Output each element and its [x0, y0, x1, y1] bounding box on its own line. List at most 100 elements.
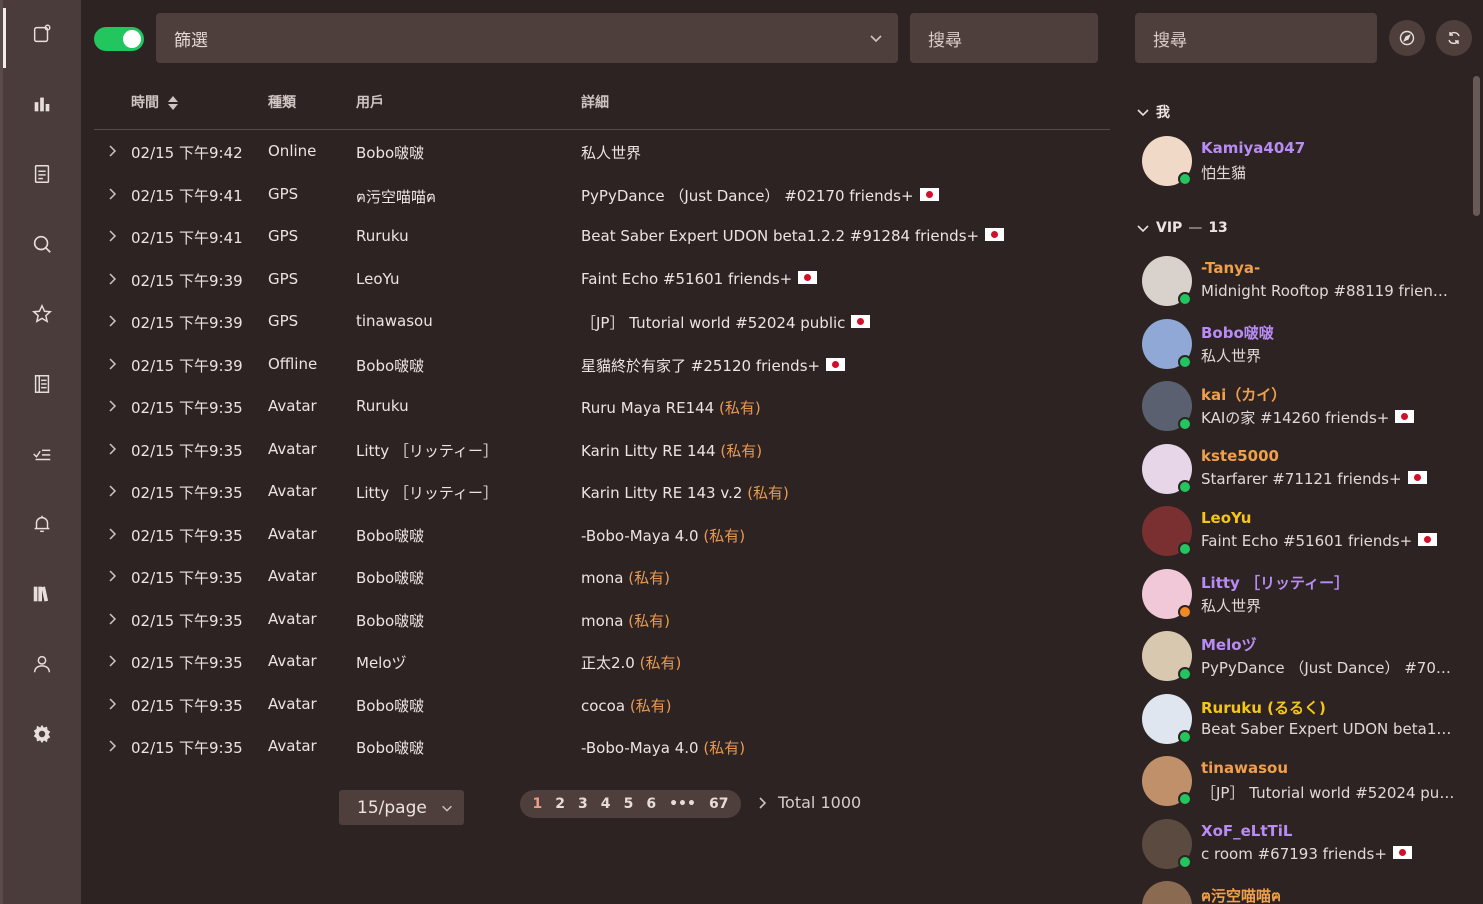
chevron-right-icon[interactable] — [108, 187, 118, 201]
chevron-right-icon[interactable] — [108, 144, 118, 158]
cell-user[interactable]: Bobo啵啵 — [356, 525, 424, 546]
chevron-right-icon[interactable] — [108, 612, 118, 626]
chevron-right-icon[interactable] — [108, 229, 118, 243]
page-number[interactable]: 6 — [643, 796, 659, 812]
cell-user[interactable]: Bobo啵啵 — [356, 610, 424, 631]
page-number[interactable]: 5 — [621, 796, 637, 812]
table-row[interactable]: 02/15 下午9:35 Avatar Bobo啵啵 cocoa (私有) — [94, 683, 1110, 725]
cell-user[interactable]: Bobo啵啵 — [356, 737, 424, 758]
chevron-right-icon[interactable] — [108, 442, 118, 456]
page-number[interactable]: 3 — [575, 796, 591, 812]
cell-detail[interactable]: mona (私有) — [581, 610, 670, 631]
chevron-right-icon[interactable] — [108, 697, 118, 711]
scrollbar[interactable] — [1473, 76, 1480, 216]
cell-detail[interactable]: -Bobo-Maya 4.0 (私有) — [581, 737, 745, 758]
cell-detail[interactable]: 星貓終於有家了 #25120 friends+ — [581, 355, 846, 376]
friend-card[interactable]: tinawasou ［JP］ Tutorial world #52024 publ… — [1142, 756, 1468, 812]
page-number[interactable]: 4 — [598, 796, 614, 812]
friend-card[interactable]: Bobo啵啵 私人世界 — [1142, 318, 1468, 375]
cell-detail[interactable]: Beat Saber Expert UDON beta1.2.2 #91284 … — [581, 227, 1005, 245]
cell-user[interactable]: Bobo啵啵 — [356, 142, 424, 163]
compass-button[interactable] — [1389, 20, 1425, 56]
page-ellipsis[interactable]: ••• — [666, 796, 699, 812]
cell-user[interactable]: Ruruku — [356, 397, 409, 415]
cell-detail[interactable]: 私人世界 — [581, 142, 641, 163]
cell-user[interactable]: Litty ［リッティー］ — [356, 440, 498, 461]
friend-card[interactable]: Meloヅ PyPyDance （Just Dance） #70538 frien… — [1142, 631, 1468, 687]
page-size-select[interactable]: 15/page — [339, 790, 464, 825]
friend-card[interactable]: kai（カイ） KAIの家 #14260 friends+ — [1142, 381, 1468, 437]
cell-user[interactable]: tinawasou — [356, 312, 433, 330]
table-row[interactable]: 02/15 下午9:35 Avatar Bobo啵啵 mona (私有) — [94, 555, 1110, 597]
friend-card[interactable]: Litty ［リッティー］ 私人世界 — [1142, 568, 1468, 625]
friend-card[interactable]: LeoYu Faint Echo #51601 friends+ — [1142, 506, 1468, 562]
table-row[interactable]: 02/15 下午9:41 GPS Ruruku Beat Saber Expert U… — [94, 215, 1110, 257]
friend-card[interactable]: kste5000 Starfarer #71121 friends+ — [1142, 443, 1468, 500]
table-row[interactable]: 02/15 下午9:35 Avatar Litty ［リッティー］ Karin Lit… — [94, 428, 1110, 470]
cell-user[interactable]: Ruruku — [356, 227, 409, 245]
chevron-right-icon[interactable] — [757, 796, 769, 810]
nav-feed[interactable] — [3, 144, 81, 204]
table-row[interactable]: 02/15 下午9:42 Online Bobo啵啵 私人世界 — [94, 130, 1110, 172]
page-number[interactable]: 67 — [706, 796, 731, 812]
chevron-right-icon[interactable] — [108, 739, 118, 753]
table-row[interactable]: 02/15 下午9:35 Avatar Bobo啵啵 -Bobo-Maya 4.0 (… — [94, 513, 1110, 555]
cell-detail[interactable]: ［JP］ Tutorial world #52024 public — [581, 312, 871, 333]
cell-detail[interactable]: cocoa (私有) — [581, 695, 672, 716]
nav-profile[interactable] — [3, 634, 81, 694]
vip-section-header[interactable]: VIP — 13 — [1136, 220, 1228, 236]
cell-user[interactable]: Meloヅ — [356, 652, 407, 673]
nav-moderation[interactable] — [3, 424, 81, 484]
chevron-right-icon[interactable] — [108, 569, 118, 583]
table-row[interactable]: 02/15 下午9:41 GPS ฅ污空喵喵ฅ PyPyDance （Just Dan… — [94, 173, 1110, 215]
cell-detail[interactable]: Karin Litty RE 144 (私有) — [581, 440, 762, 461]
cell-detail[interactable]: Faint Echo #51601 friends+ — [581, 270, 818, 288]
friend-card[interactable]: ฅ污空喵喵ฅ — [1142, 881, 1468, 904]
page-number[interactable]: 1 — [530, 796, 546, 812]
nav-notifications[interactable] — [3, 4, 81, 68]
friend-card[interactable]: Ruruku (るるく) Beat Saber Expert UDON beta1… — [1142, 693, 1468, 750]
col-time[interactable]: 時間 — [131, 92, 179, 112]
table-row[interactable]: 02/15 下午9:39 Offline Bobo啵啵 星貓終於有家了 #25120 … — [94, 343, 1110, 385]
cell-user[interactable]: LeoYu — [356, 270, 399, 288]
cell-detail[interactable]: Ruru Maya RE144 (私有) — [581, 397, 761, 418]
chevron-right-icon[interactable] — [108, 399, 118, 413]
table-row[interactable]: 02/15 下午9:35 Avatar Bobo啵啵 mona (私有) — [94, 598, 1110, 640]
feed-toggle[interactable] — [94, 27, 144, 51]
table-row[interactable]: 02/15 下午9:35 Avatar Bobo啵啵 -Bobo-Maya 4.0 (… — [94, 725, 1110, 767]
cell-user[interactable]: Bobo啵啵 — [356, 355, 424, 376]
cell-detail[interactable]: -Bobo-Maya 4.0 (私有) — [581, 525, 745, 546]
cell-detail[interactable]: mona (私有) — [581, 567, 670, 588]
friend-card[interactable]: -Tanya- Midnight Rooftop #88119 friends+ — [1142, 256, 1468, 312]
filter-select[interactable]: 篩選 — [156, 13, 898, 63]
cell-user[interactable]: ฅ污空喵喵ฅ — [356, 185, 436, 209]
chevron-right-icon[interactable] — [108, 272, 118, 286]
cell-detail[interactable]: PyPyDance （Just Dance） #02170 friends+ — [581, 185, 939, 206]
cell-user[interactable]: Bobo啵啵 — [356, 567, 424, 588]
nav-library[interactable] — [3, 564, 81, 624]
chevron-right-icon[interactable] — [108, 484, 118, 498]
friend-card[interactable]: XoF_eLtTiL c room #67193 friends+ — [1142, 818, 1468, 875]
nav-settings[interactable] — [3, 704, 81, 764]
cell-detail[interactable]: 正太2.0 (私有) — [581, 652, 681, 673]
chevron-right-icon[interactable] — [108, 314, 118, 328]
refresh-button[interactable] — [1436, 20, 1472, 56]
cell-detail[interactable]: Karin Litty RE 143 v.2 (私有) — [581, 482, 789, 503]
nav-notify[interactable] — [3, 494, 81, 554]
table-row[interactable]: 02/15 下午9:39 GPS tinawasou ［JP］ Tutorial wo… — [94, 300, 1110, 342]
chevron-right-icon[interactable] — [108, 357, 118, 371]
chevron-right-icon[interactable] — [108, 527, 118, 541]
table-row[interactable]: 02/15 下午9:35 Avatar Meloヅ 正太2.0 (私有) — [94, 640, 1110, 682]
chevron-right-icon[interactable] — [108, 654, 118, 668]
nav-search[interactable] — [3, 214, 81, 274]
search-input[interactable]: 搜尋 — [910, 13, 1098, 63]
me-section-header[interactable]: 我 — [1136, 102, 1170, 122]
nav-charts[interactable] — [3, 74, 81, 134]
page-number[interactable]: 2 — [552, 796, 568, 812]
cell-user[interactable]: Litty ［リッティー］ — [356, 482, 498, 503]
cell-user[interactable]: Bobo啵啵 — [356, 695, 424, 716]
nav-favorites[interactable] — [3, 284, 81, 344]
friend-card-me[interactable]: Kamiya4047 怕生貓 — [1142, 136, 1468, 192]
table-row[interactable]: 02/15 下午9:39 GPS LeoYu Faint Echo #51601 fr… — [94, 258, 1110, 300]
table-row[interactable]: 02/15 下午9:35 Avatar Litty ［リッティー］ Karin Lit… — [94, 470, 1110, 512]
